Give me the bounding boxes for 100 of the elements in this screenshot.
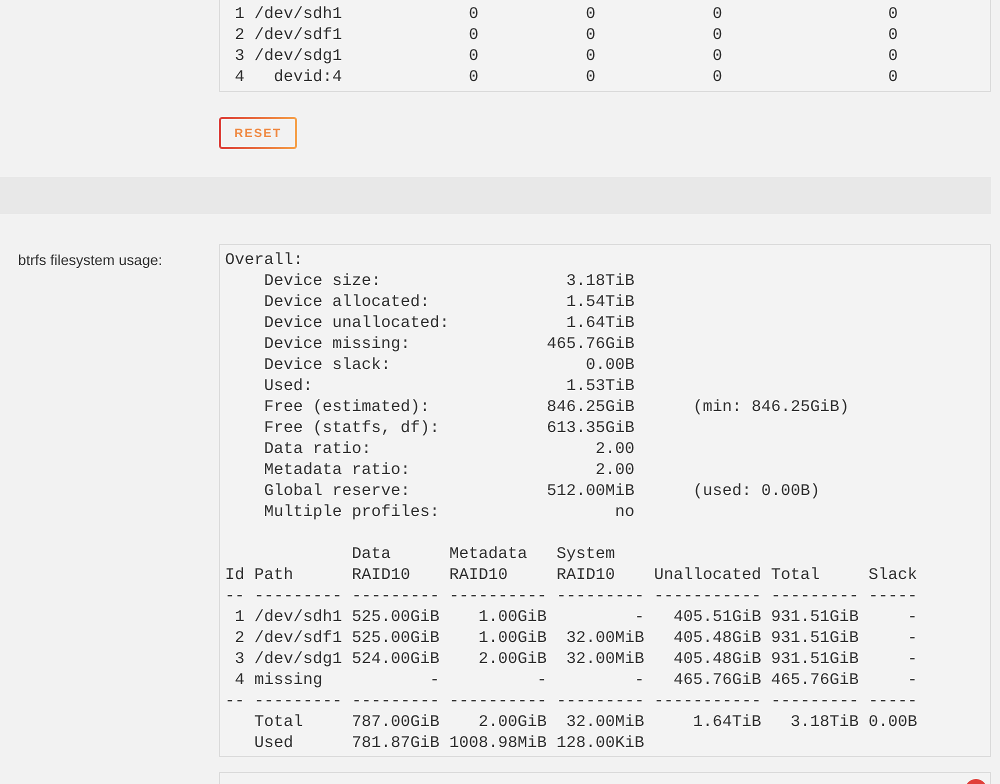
stat-label: Device slack: [264, 354, 391, 375]
table-cell: /dev/sdf1 [254, 24, 342, 45]
table-cell: missing [254, 669, 323, 690]
table-cell: 0 [712, 3, 722, 24]
table-cell: 931.51GiB [771, 648, 859, 669]
table-cell: 405.48GiB [674, 627, 762, 648]
stat-value: 2.00 [596, 438, 635, 459]
column-header: Total [771, 564, 820, 585]
table-cell: /dev/sdh1 [254, 606, 342, 627]
section-label: btrfs filesystem usage: [18, 253, 162, 269]
table-cell: 3.18TiB [790, 711, 859, 732]
column-header: Data [352, 543, 391, 564]
dash-rule: --------- [556, 585, 644, 606]
dash-rule: -- [225, 585, 245, 606]
dash-rule: ----------- [654, 585, 762, 606]
table-cell: 525.00GiB [352, 606, 440, 627]
table-cell-text: devid:4 [272, 66, 342, 87]
dash-rule: --------- [352, 585, 440, 606]
table-cell: 0 [586, 3, 596, 24]
table-cell: 0 [888, 24, 898, 45]
stat-label: Device missing: [264, 333, 410, 354]
table-cell: 781.87GiB [352, 732, 440, 753]
table-cell: 0.00B [868, 711, 918, 732]
table-cell: 1.00GiB [478, 627, 547, 648]
column-header: System [556, 543, 616, 564]
dash-rule: --------- [352, 690, 440, 711]
table-cell: 405.48GiB [674, 648, 762, 669]
table-cell: 1.64TiB [693, 711, 762, 732]
stat-label: Metadata ratio: [264, 459, 410, 480]
column-header: Path [254, 564, 294, 585]
table-cell: 32.00MiB [566, 648, 644, 669]
table-cell: 3 [234, 45, 244, 66]
stat-label: Device size: [264, 270, 382, 291]
stat-label: Used: [264, 375, 313, 396]
table-cell: 465.76GiB [771, 669, 859, 690]
column-header: Metadata [449, 543, 528, 564]
table-cell: 787.00GiB [352, 711, 440, 732]
stat-value: 465.76GiB [546, 333, 635, 354]
dash-rule: --------- [254, 585, 342, 606]
table-cell: 465.76GiB [674, 669, 762, 690]
column-header: Id [225, 564, 245, 585]
table-cell: 524.00GiB [352, 648, 440, 669]
table-cell: 0 [586, 66, 596, 87]
table-cell: 2 [234, 24, 244, 45]
stat-label: Multiple profiles: [264, 501, 440, 522]
section-heading: Overall: [225, 249, 304, 270]
dash-rule: ----------- [654, 690, 762, 711]
table-cell: 1.00GiB [478, 606, 547, 627]
column-header: RAID10 [556, 564, 616, 585]
dash-rule: ---------- [449, 585, 547, 606]
table-cell: - [908, 627, 918, 648]
table-cell: /dev/sdg1 [254, 45, 342, 66]
stat-value: 1.54TiB [566, 291, 635, 312]
reset-button[interactable]: RESET [219, 117, 297, 149]
table-cell: - [634, 606, 644, 627]
dash-rule: ----- [868, 690, 918, 711]
stat-value: 1.64TiB [566, 312, 635, 333]
column-header: Unallocated [654, 564, 762, 585]
table-cell: Used [254, 732, 294, 753]
stat-value: 3.18TiB [566, 270, 635, 291]
table-cell: Total [254, 711, 304, 732]
table-cell: 1008.98MiB [449, 732, 547, 753]
table-cell: 3 [234, 648, 244, 669]
dash-rule: --------- [556, 690, 644, 711]
table-cell: 2 [234, 627, 244, 648]
table-cell: 0 [468, 24, 479, 45]
stat-value: 1.53TiB [566, 375, 635, 396]
table-cell: 4 [234, 669, 244, 690]
table-cell: 1 [234, 3, 244, 24]
stat-note: (used: 0.00B) [693, 480, 820, 501]
column-header: RAID10 [449, 564, 508, 585]
table-cell: - [908, 669, 918, 690]
dash-rule: ---------- [449, 690, 547, 711]
stat-value: 2.00 [596, 459, 635, 480]
table-cell: 0 [712, 66, 722, 87]
stat-label: Data ratio: [264, 438, 372, 459]
table-cell: 2.00GiB [478, 711, 547, 732]
table-cell: /dev/sdg1 [254, 648, 342, 669]
dash-rule: --------- [254, 690, 342, 711]
table-cell: 525.00GiB [352, 627, 440, 648]
table-cell: 0 [586, 24, 596, 45]
table-cell: 128.00KiB [556, 732, 644, 753]
stat-label: Free (estimated): [264, 396, 430, 417]
table-cell: 4 [234, 66, 244, 87]
table-cell: 0 [586, 45, 596, 66]
stat-value: 0.00B [586, 354, 635, 375]
stat-value: 613.35GiB [546, 417, 635, 438]
table-cell: 931.51GiB [771, 606, 859, 627]
table-cell: 931.51GiB [771, 627, 859, 648]
stat-value: 846.25GiB [546, 396, 635, 417]
stat-label: Global reserve: [264, 480, 410, 501]
stat-label: Free (statfs, df): [264, 417, 440, 438]
table-cell: 1 [234, 606, 244, 627]
stat-note: (min: 846.25GiB) [693, 396, 850, 417]
table-cell: 0 [888, 3, 898, 24]
table-cell: 0 [888, 66, 898, 87]
table-cell: 0 [468, 45, 479, 66]
stat-value: 512.00MiB [546, 480, 635, 501]
table-cell: - [430, 669, 440, 690]
column-header: Slack [868, 564, 918, 585]
